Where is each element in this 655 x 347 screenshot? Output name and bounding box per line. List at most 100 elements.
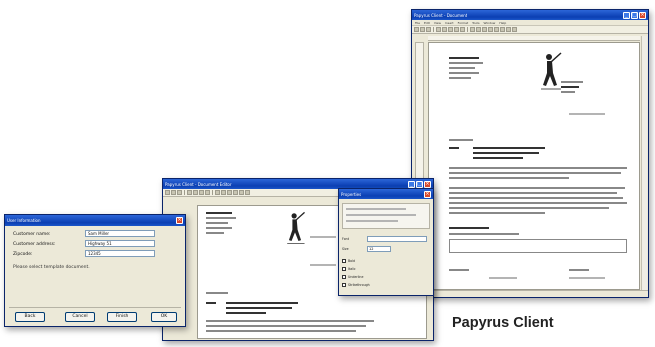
underline-checkbox[interactable] (342, 275, 346, 279)
panel-list[interactable] (342, 203, 430, 229)
italic-checkbox[interactable] (342, 267, 346, 271)
close-icon[interactable]: × (176, 217, 183, 224)
undo-icon[interactable] (215, 190, 220, 195)
text-line (449, 77, 471, 79)
close-icon[interactable]: × (424, 190, 431, 198)
product-caption: Papyrus Client (452, 315, 554, 331)
toolbar-separator (433, 27, 434, 32)
save-icon[interactable] (177, 190, 182, 195)
maximize-icon[interactable]: □ (631, 11, 638, 19)
editor-window-title: Papyrus Client - Document Editor (165, 181, 232, 187)
save-icon[interactable] (426, 27, 431, 32)
menu-view[interactable]: View (434, 20, 441, 25)
maximize-icon[interactable]: □ (416, 180, 423, 188)
cut-icon[interactable] (193, 190, 198, 195)
open-icon[interactable] (420, 27, 425, 32)
undo-icon[interactable] (470, 27, 475, 32)
vertical-scrollbar[interactable] (641, 36, 647, 290)
text-line (449, 67, 475, 69)
menu-help[interactable]: Help (499, 20, 506, 25)
redo-icon[interactable] (221, 190, 226, 195)
finish-button[interactable]: Finish (107, 312, 137, 322)
menu-edit[interactable]: Edit (424, 20, 430, 25)
option-underline[interactable]: Underline (342, 275, 363, 279)
text-line (449, 212, 545, 214)
text-line (206, 302, 216, 304)
back-button[interactable]: Back (15, 312, 45, 322)
document-page[interactable] (428, 42, 640, 290)
preview-icon[interactable] (442, 27, 447, 32)
bold-icon[interactable] (500, 27, 505, 32)
subject-line (473, 157, 523, 159)
cancel-button[interactable]: Cancel (65, 312, 95, 322)
print-icon[interactable] (436, 27, 441, 32)
text-line (449, 269, 469, 271)
customer-address-label: Customer address: (13, 242, 56, 247)
option-label: Underline (348, 275, 364, 279)
bold-icon[interactable] (227, 190, 232, 195)
copy-icon[interactable] (199, 190, 204, 195)
horizontal-ruler[interactable] (428, 36, 640, 41)
main-window-title: Papyrus Client - Document (414, 12, 468, 18)
list-item (346, 208, 406, 210)
text-line (206, 325, 366, 327)
menu-window[interactable]: Window (484, 20, 496, 25)
table-box[interactable] (449, 239, 627, 253)
text-line (561, 81, 583, 83)
underline-icon[interactable] (512, 27, 517, 32)
option-strikethrough[interactable]: Strikethrough (342, 283, 370, 287)
ok-button[interactable]: OK (151, 312, 177, 322)
image-icon[interactable] (488, 27, 493, 32)
panel-titlebar[interactable]: Properties × (339, 189, 433, 199)
font-label: Font (342, 237, 349, 241)
strikethrough-checkbox[interactable] (342, 283, 346, 287)
main-titlebar[interactable]: Papyrus Client - Document _ □ × (412, 10, 648, 20)
cut-icon[interactable] (448, 27, 453, 32)
text-line (206, 212, 232, 214)
zoom-icon[interactable] (494, 27, 499, 32)
option-label: Bold (348, 259, 356, 263)
font-select[interactable] (367, 236, 427, 242)
text-line (206, 227, 232, 229)
minimize-icon[interactable]: _ (408, 180, 415, 188)
text-line (449, 62, 483, 64)
subject-line (226, 307, 292, 309)
menu-insert[interactable]: Insert (445, 20, 454, 25)
main-document-window: Papyrus Client - Document _ □ × File Edi… (411, 9, 649, 298)
menu-tools[interactable]: Tools (472, 20, 479, 25)
new-icon[interactable] (165, 190, 170, 195)
size-select[interactable]: 12 (367, 246, 391, 252)
print-icon[interactable] (187, 190, 192, 195)
close-icon[interactable]: × (424, 180, 431, 188)
zoom-icon[interactable] (245, 190, 250, 195)
text-line (449, 177, 569, 179)
dialog-titlebar[interactable]: User Information × (5, 215, 185, 226)
option-bold[interactable]: Bold (342, 259, 355, 263)
redo-icon[interactable] (476, 27, 481, 32)
bold-checkbox[interactable] (342, 259, 346, 263)
minimize-icon[interactable]: _ (623, 11, 630, 19)
customer-name-field[interactable]: Sam Miller (85, 230, 155, 237)
subject-line (226, 312, 266, 314)
italic-icon[interactable] (506, 27, 511, 32)
customer-address-field[interactable]: Highway 51 (85, 240, 155, 247)
paste-icon[interactable] (205, 190, 210, 195)
option-italic[interactable]: Italic (342, 267, 356, 271)
list-item (346, 220, 398, 222)
text-line (449, 57, 479, 59)
copy-icon[interactable] (454, 27, 459, 32)
close-icon[interactable]: × (639, 11, 646, 19)
menu-file[interactable]: File (415, 20, 420, 25)
menu-format[interactable]: Format (458, 20, 469, 25)
italic-icon[interactable] (233, 190, 238, 195)
text-line (569, 277, 605, 279)
open-icon[interactable] (171, 190, 176, 195)
table-icon[interactable] (482, 27, 487, 32)
underline-icon[interactable] (239, 190, 244, 195)
zipcode-field[interactable]: 12345 (85, 250, 155, 257)
text-line (449, 233, 519, 235)
paste-icon[interactable] (460, 27, 465, 32)
text-line (206, 222, 228, 224)
text-line (310, 264, 336, 266)
new-icon[interactable] (414, 27, 419, 32)
